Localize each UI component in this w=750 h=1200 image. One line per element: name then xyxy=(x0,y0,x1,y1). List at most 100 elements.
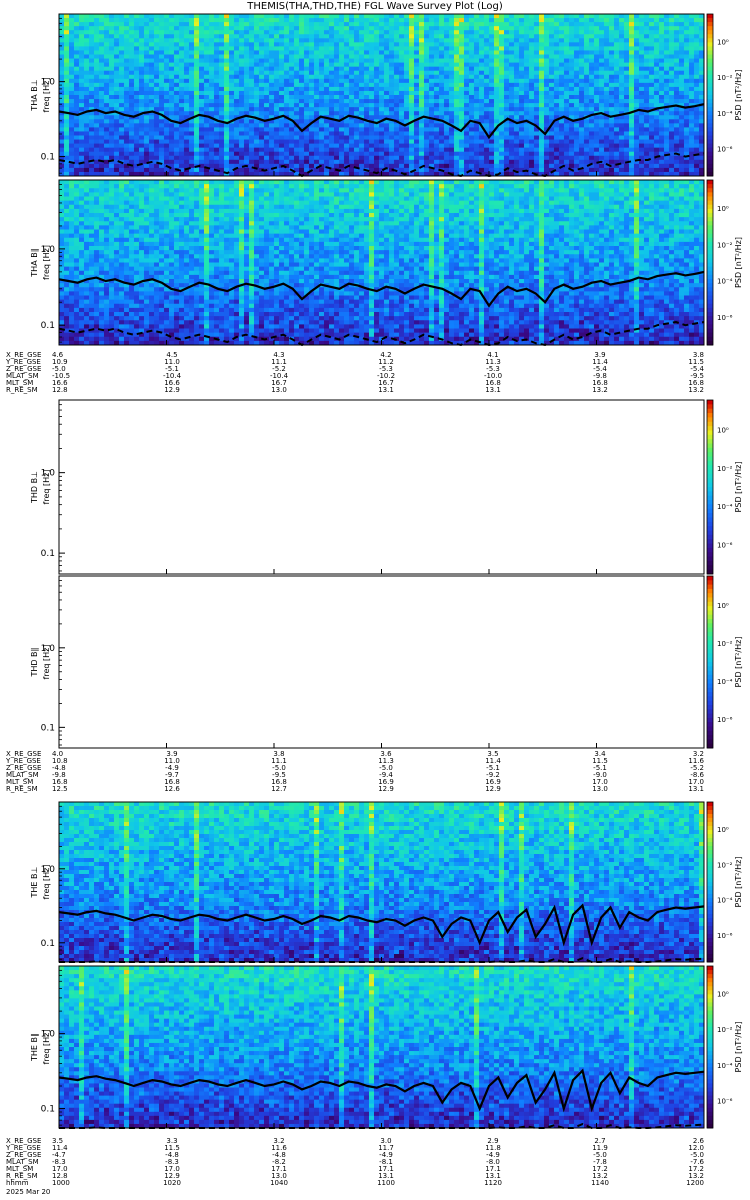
spectrogram-cell xyxy=(529,103,535,108)
spectrogram-cell xyxy=(539,115,545,120)
spectrogram-cell xyxy=(409,70,415,76)
spectrogram-cell xyxy=(264,107,270,112)
spectrogram-cell xyxy=(394,131,400,136)
spectrogram-cell xyxy=(89,82,95,88)
spectrogram-cell xyxy=(514,159,520,165)
spectrogram-cell xyxy=(624,62,630,68)
spectrogram-cell xyxy=(414,62,420,68)
spectrogram-cell xyxy=(104,50,110,55)
spectrogram-cell xyxy=(664,119,670,124)
spectrogram-cell xyxy=(574,111,580,116)
spectrogram-cell xyxy=(654,95,660,100)
spectrogram-cell xyxy=(389,123,395,128)
spectrogram-cell xyxy=(334,70,340,76)
spectrogram-cell xyxy=(264,123,270,128)
spectrogram-cell xyxy=(669,46,675,51)
spectrogram-cell xyxy=(119,163,125,169)
spectrogram-cell xyxy=(414,143,420,149)
spectrogram-cell xyxy=(304,78,310,84)
spectrogram-cell xyxy=(574,155,580,161)
spectrogram-cell xyxy=(474,159,480,165)
spectrogram-cell xyxy=(294,131,300,136)
spectrogram-cell xyxy=(389,70,395,76)
spectrogram-cell xyxy=(164,34,170,39)
spectrogram-cell xyxy=(79,107,85,112)
spectrogram-cell xyxy=(134,155,140,161)
spectrogram-cell xyxy=(374,54,380,59)
spectrogram-cell xyxy=(324,18,330,23)
spectrogram-cell xyxy=(429,58,435,63)
spectrogram-cell xyxy=(164,82,170,88)
spectrogram-cell xyxy=(649,18,655,23)
spectrogram-cell xyxy=(199,18,205,23)
spectrogram-cell xyxy=(224,115,230,120)
spectrogram-cell xyxy=(384,22,390,27)
spectrogram-cell xyxy=(244,70,250,76)
spectrogram-cell xyxy=(129,103,135,108)
spectrogram-cell xyxy=(514,82,520,88)
spectrogram-cell xyxy=(434,54,440,59)
spectrogram-cell xyxy=(489,151,495,157)
spectrogram-cell xyxy=(74,54,80,59)
spectrogram-cell xyxy=(209,131,215,136)
spectrogram-cell xyxy=(629,14,635,19)
spectrogram-cell xyxy=(464,95,470,100)
spectrogram-cell xyxy=(544,95,550,100)
spectrogram-cell xyxy=(524,22,530,27)
spectrogram-cell xyxy=(124,151,130,157)
spectrogram-cell xyxy=(144,66,150,72)
spectrogram-cell xyxy=(59,74,65,80)
spectrogram-cell xyxy=(224,34,230,39)
spectrogram-cell xyxy=(89,127,95,132)
spectrogram-cell xyxy=(414,54,420,59)
spectrogram-cell xyxy=(114,143,120,149)
spectrogram-cell xyxy=(394,38,400,43)
spectrogram-cell xyxy=(274,147,280,153)
spectrogram-cell xyxy=(604,99,610,104)
spectrogram-cell xyxy=(184,78,190,84)
spectrogram-cell xyxy=(324,103,330,108)
spectrogram-cell xyxy=(609,167,615,173)
spectrogram-cell xyxy=(399,90,405,96)
spectrogram-cell xyxy=(549,159,555,165)
spectrogram-cell xyxy=(109,127,115,132)
spectrogram-cell xyxy=(574,82,580,88)
spectrogram-cell xyxy=(329,135,335,140)
spectrogram-cell xyxy=(99,115,105,120)
spectrogram-cell xyxy=(94,111,100,116)
spectrogram-cell xyxy=(669,155,675,161)
spectrogram-cell xyxy=(524,147,530,153)
spectrogram-cell xyxy=(449,46,455,51)
spectrogram-cell xyxy=(274,50,280,55)
spectrogram-cell xyxy=(504,151,510,157)
spectrogram-cell xyxy=(219,38,225,43)
spectrogram-cell xyxy=(119,34,125,39)
spectrogram-cell xyxy=(99,26,105,31)
spectrogram-cell xyxy=(609,119,615,124)
spectrogram-cell xyxy=(499,66,505,72)
spectrogram-cell xyxy=(539,26,545,31)
spectrogram-cell xyxy=(399,99,405,104)
spectrogram-cell xyxy=(449,74,455,80)
spectrogram-cell xyxy=(244,14,250,19)
spectrogram-cell xyxy=(504,103,510,108)
spectrogram-cell xyxy=(269,22,275,27)
spectrogram-cell xyxy=(584,42,590,47)
spectrogram-cell xyxy=(469,70,475,76)
spectrogram-cell xyxy=(344,54,350,59)
spectrogram-cell xyxy=(369,86,375,92)
spectrogram-cell xyxy=(344,34,350,39)
spectrogram-cell xyxy=(384,34,390,39)
spectrogram-cell xyxy=(604,103,610,108)
spectrogram-cell xyxy=(464,155,470,161)
spectrogram-cell xyxy=(359,26,365,31)
spectrogram-cell xyxy=(119,135,125,140)
spectrogram-cell xyxy=(249,123,255,128)
spectrogram-cell xyxy=(544,163,550,169)
spectrogram-cell xyxy=(494,155,500,161)
spectrogram-cell xyxy=(104,107,110,112)
spectrogram-cell xyxy=(129,58,135,63)
spectrogram-cell xyxy=(509,131,515,136)
spectrogram-cell xyxy=(179,58,185,63)
spectrogram-cell xyxy=(314,135,320,140)
